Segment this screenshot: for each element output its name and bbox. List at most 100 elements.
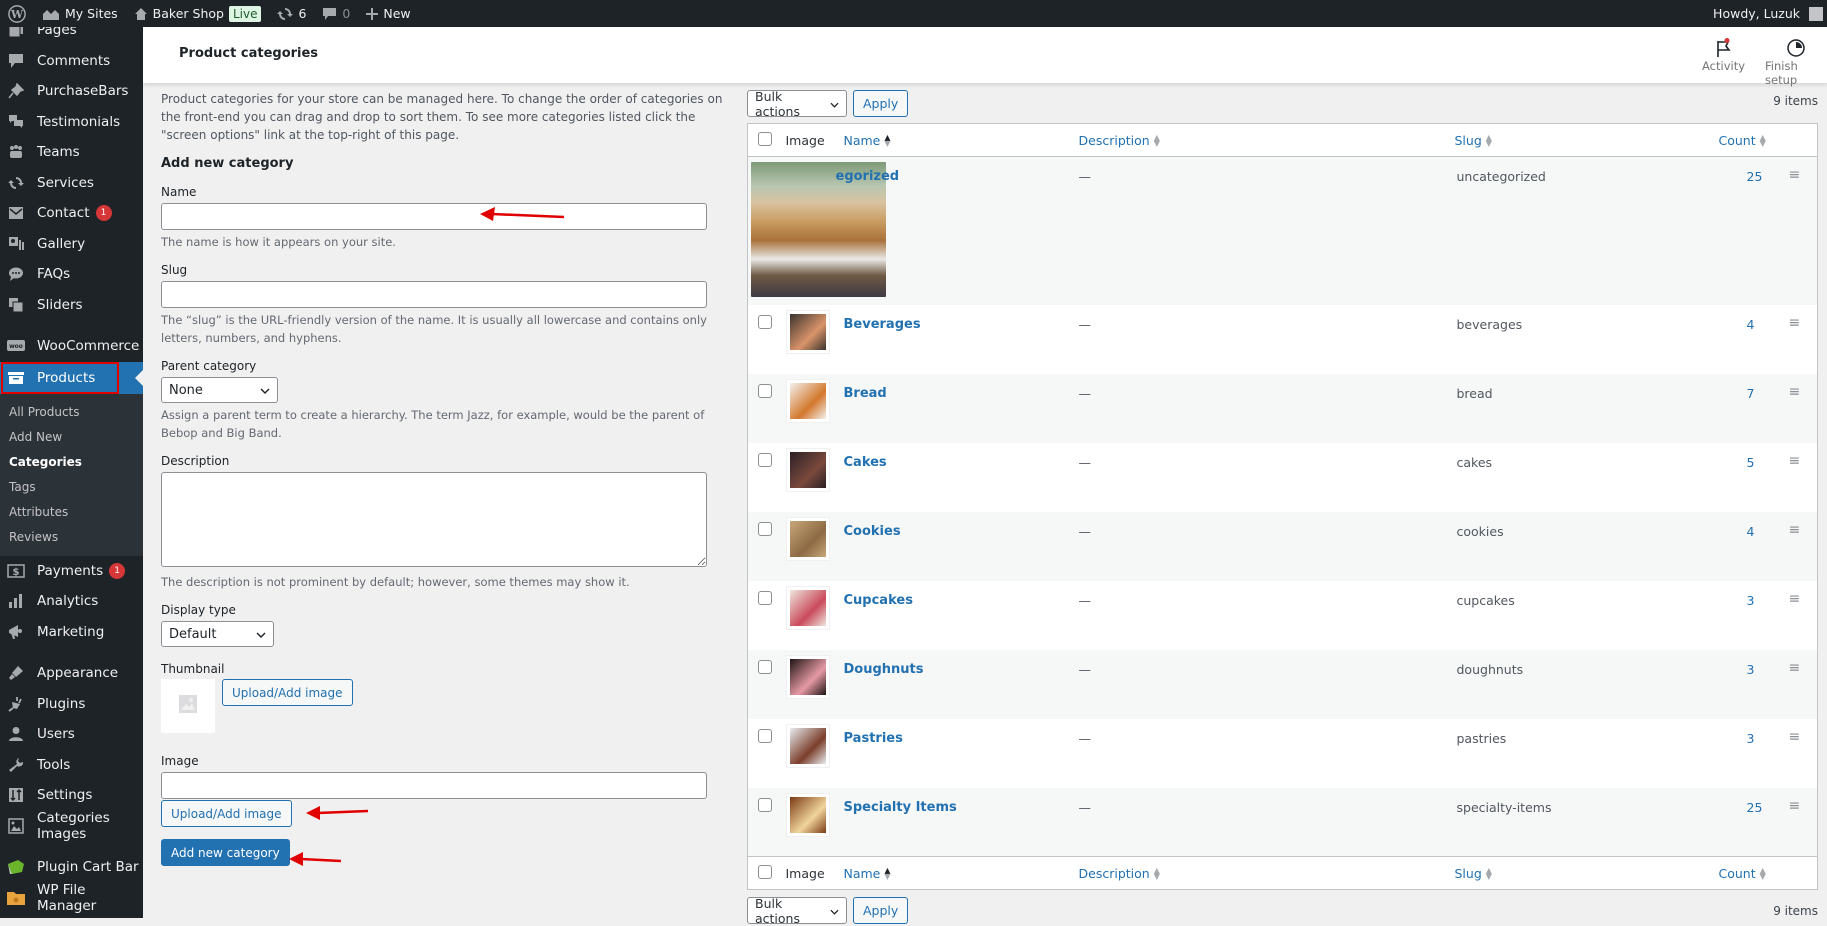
- wordpress-logo-button[interactable]: W: [0, 0, 34, 27]
- bulk-actions-value: Bulk actions: [755, 895, 800, 926]
- drag-handle-icon[interactable]: ≡: [1789, 729, 1801, 745]
- drag-handle-icon[interactable]: ≡: [1789, 660, 1801, 676]
- category-count-link[interactable]: 3: [1747, 662, 1755, 677]
- sidebar-item-purchasebars[interactable]: PurchaseBars: [0, 76, 143, 107]
- updates-link[interactable]: 6: [269, 0, 314, 27]
- drag-handle-icon[interactable]: ≡: [1789, 522, 1801, 538]
- row-checkbox[interactable]: [758, 590, 772, 605]
- site-name-link[interactable]: Baker Shop Live: [126, 0, 270, 27]
- sidebar-item-appearance[interactable]: Appearance: [0, 658, 143, 689]
- category-name-link[interactable]: Bread: [844, 386, 887, 401]
- category-name-link[interactable]: Doughnuts: [844, 662, 924, 677]
- row-checkbox[interactable]: [758, 728, 772, 743]
- category-count-link[interactable]: 25: [1747, 169, 1763, 184]
- submenu-item-add-new[interactable]: Add New: [0, 425, 143, 450]
- sidebar-item-plugins[interactable]: Plugins: [0, 689, 143, 720]
- image-upload-button[interactable]: Upload/Add image: [161, 800, 292, 827]
- sidebar-item-teams[interactable]: Teams: [0, 137, 143, 168]
- sidebar-item-pages[interactable]: Pages: [0, 27, 143, 46]
- column-name-sort[interactable]: Name ▲ ▼: [843, 123, 1079, 157]
- category-name-link[interactable]: Beverages: [844, 317, 921, 332]
- category-slug: specialty-items: [1456, 799, 1552, 815]
- sidebar-item-settings[interactable]: Settings: [0, 780, 143, 811]
- name-input[interactable]: [161, 203, 707, 230]
- sidebar-item-tools[interactable]: Tools: [0, 750, 143, 781]
- row-checkbox[interactable]: [758, 797, 772, 812]
- finish-setup-button[interactable]: Finish setup: [1765, 37, 1827, 87]
- image-url-input[interactable]: [161, 772, 707, 799]
- display-type-select[interactable]: Default: [161, 621, 274, 647]
- drag-handle-icon[interactable]: ≡: [1789, 453, 1801, 469]
- new-content-link[interactable]: New: [358, 0, 418, 27]
- category-name-link[interactable]: egorized: [836, 169, 900, 184]
- comments-icon: [6, 51, 26, 71]
- category-count-link[interactable]: 3: [1747, 731, 1755, 746]
- column-count-sort-footer[interactable]: Count ▲ ▼: [1718, 856, 1789, 890]
- sidebar-item-payments[interactable]: $ Payments 1: [0, 556, 143, 587]
- row-checkbox[interactable]: [758, 521, 772, 536]
- column-slug-sort-footer[interactable]: Slug ▲ ▼: [1450, 856, 1719, 890]
- sidebar-item-gallery[interactable]: Gallery: [0, 229, 143, 260]
- sidebar-item-categories-images[interactable]: Categories Images: [0, 810, 143, 842]
- sidebar-item-products[interactable]: Products: [0, 361, 143, 394]
- my-sites-link[interactable]: My Sites: [34, 0, 126, 27]
- column-slug-sort[interactable]: Slug ▲ ▼: [1450, 123, 1719, 157]
- apply-button-bottom[interactable]: Apply: [853, 897, 909, 924]
- thumbnail-upload-button[interactable]: Upload/Add image: [222, 679, 353, 706]
- category-count-link[interactable]: 7: [1747, 386, 1755, 401]
- sidebar-item-comments[interactable]: Comments: [0, 46, 143, 77]
- row-checkbox[interactable]: [758, 452, 772, 467]
- drag-handle-icon[interactable]: ≡: [1789, 167, 1801, 183]
- tablenav-bottom: Bulk actions Apply 9 items: [747, 895, 1820, 926]
- comments-link[interactable]: 0: [314, 0, 358, 27]
- category-count-link[interactable]: 4: [1747, 524, 1755, 539]
- submenu-item-categories[interactable]: Categories: [0, 450, 143, 475]
- category-count-link[interactable]: 25: [1747, 800, 1763, 815]
- add-new-category-button[interactable]: Add new category: [161, 839, 290, 866]
- column-description-sort[interactable]: Description ▲ ▼: [1078, 123, 1451, 157]
- category-name-link[interactable]: Pastries: [844, 731, 903, 746]
- bulk-actions-select-bottom[interactable]: Bulk actions: [747, 895, 847, 926]
- category-name-link[interactable]: Cupcakes: [844, 593, 913, 608]
- slug-input[interactable]: [161, 281, 707, 308]
- row-checkbox[interactable]: [758, 314, 772, 329]
- bulk-actions-select[interactable]: Bulk actions: [747, 89, 847, 119]
- row-checkbox[interactable]: [758, 659, 772, 674]
- category-name-link[interactable]: Specialty Items: [844, 800, 957, 815]
- sidebar-item-faqs[interactable]: FAQs: [0, 259, 143, 290]
- drag-handle-icon[interactable]: ≡: [1789, 384, 1801, 400]
- apply-button[interactable]: Apply: [853, 90, 909, 117]
- row-checkbox[interactable]: [758, 383, 772, 398]
- select-all-checkbox[interactable]: [758, 131, 772, 146]
- drag-handle-icon[interactable]: ≡: [1789, 591, 1801, 607]
- parent-category-select[interactable]: None: [161, 377, 278, 403]
- category-name-link[interactable]: Cookies: [844, 524, 901, 539]
- sidebar-item-contact[interactable]: Contact 1: [0, 198, 143, 229]
- description-textarea[interactable]: [161, 472, 707, 567]
- drag-handle-icon[interactable]: ≡: [1789, 798, 1801, 814]
- sidebar-item-wp-file-manager[interactable]: WP File Manager: [0, 882, 143, 914]
- sidebar-item-woocommerce[interactable]: woo WooCommerce: [0, 331, 143, 362]
- column-count-sort[interactable]: Count ▲ ▼: [1718, 123, 1789, 157]
- category-count-link[interactable]: 4: [1747, 317, 1755, 332]
- my-account-link[interactable]: Howdy, Luzuk: [1705, 0, 1827, 27]
- sidebar-item-testimonials[interactable]: Testimonials: [0, 107, 143, 138]
- select-all-checkbox-footer[interactable]: [758, 864, 772, 879]
- column-description-sort-footer[interactable]: Description ▲ ▼: [1078, 856, 1451, 890]
- drag-handle-icon[interactable]: ≡: [1789, 315, 1801, 331]
- sidebar-item-plugin-cart-bar[interactable]: Plugin Cart Bar: [0, 852, 143, 883]
- sidebar-item-services[interactable]: Services: [0, 168, 143, 199]
- submenu-item-all-products[interactable]: All Products: [0, 400, 143, 425]
- category-name-link[interactable]: Cakes: [844, 455, 887, 470]
- sidebar-item-analytics[interactable]: Analytics: [0, 586, 143, 617]
- category-count-link[interactable]: 5: [1747, 455, 1755, 470]
- sidebar-item-marketing[interactable]: Marketing: [0, 617, 143, 648]
- sidebar-item-users[interactable]: Users: [0, 719, 143, 750]
- submenu-item-tags[interactable]: Tags: [0, 475, 143, 500]
- submenu-item-attributes[interactable]: Attributes: [0, 500, 143, 525]
- category-count-link[interactable]: 3: [1747, 593, 1755, 608]
- activity-button[interactable]: Activity: [1702, 37, 1745, 73]
- column-name-sort-footer[interactable]: Name ▲ ▼: [843, 856, 1079, 890]
- sidebar-item-sliders[interactable]: Sliders: [0, 290, 143, 321]
- submenu-item-reviews[interactable]: Reviews: [0, 525, 143, 550]
